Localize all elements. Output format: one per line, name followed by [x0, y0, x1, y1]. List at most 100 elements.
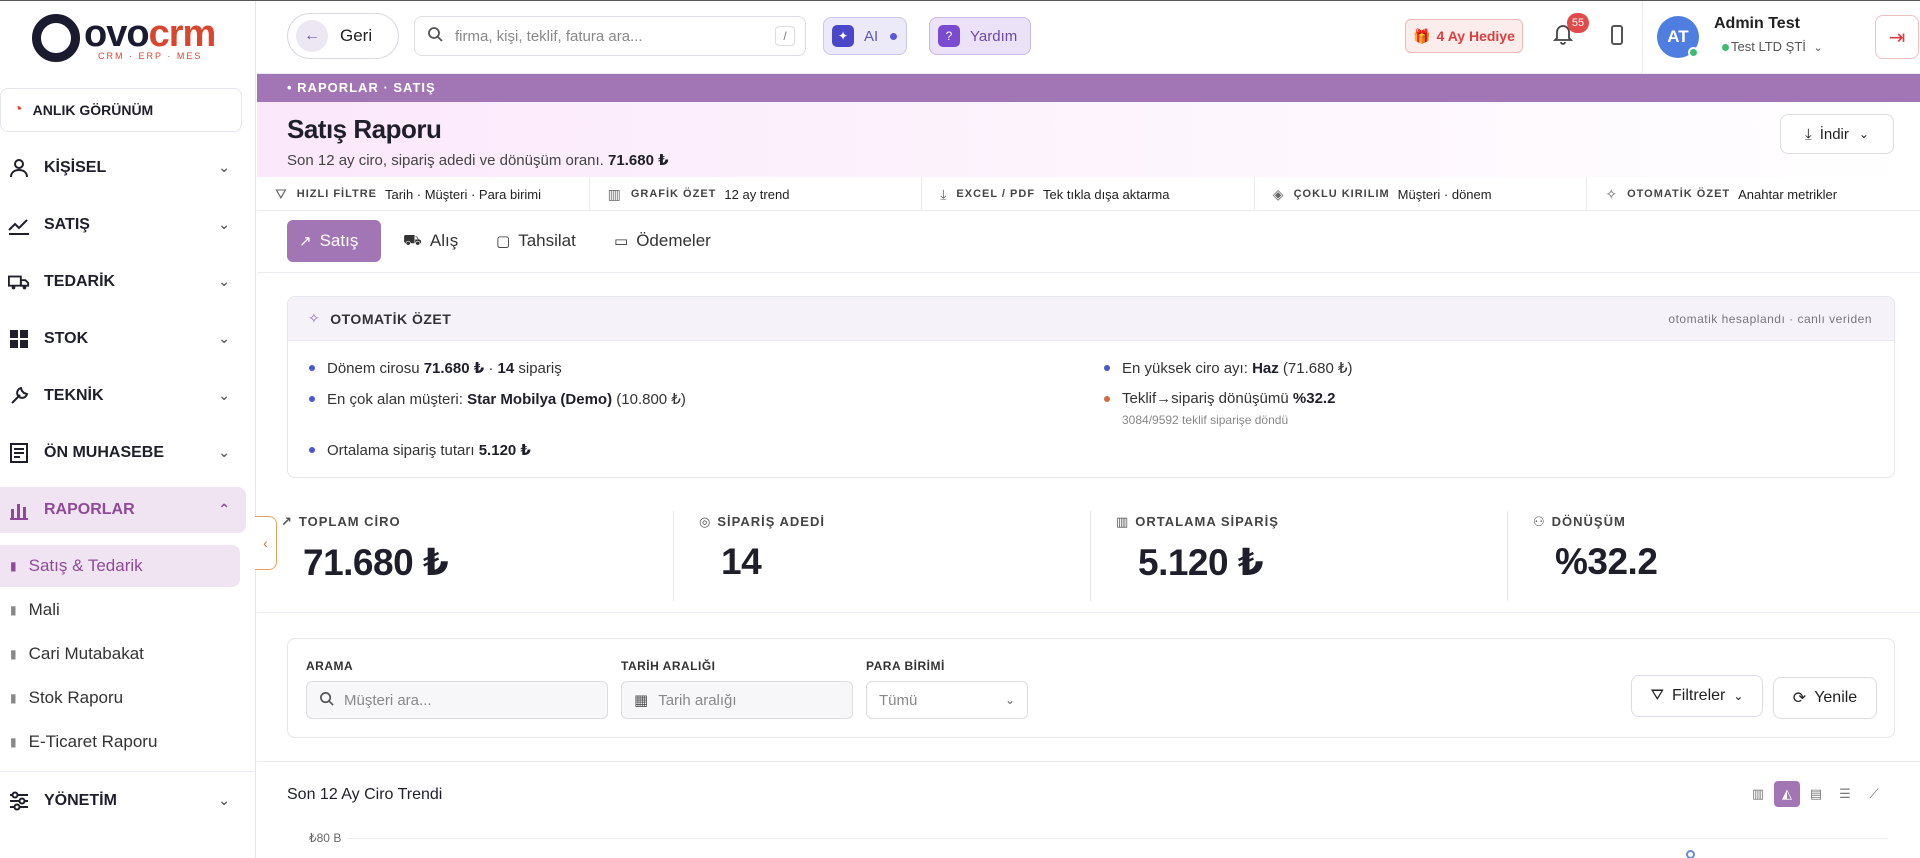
- logo-text-crm: crm: [148, 13, 217, 55]
- bullet-text: (10.800 ₺): [612, 391, 686, 408]
- logo-tagline: CRM · ERP · MES: [98, 51, 203, 61]
- logout-button[interactable]: ⇥: [1875, 15, 1919, 59]
- kpi-label-text: ORTALAMA SİPARİŞ: [1135, 514, 1279, 529]
- company-selector[interactable]: Test LTD ŞTİ ⌄: [1731, 39, 1823, 54]
- bar-chart-icon: ▮: [10, 603, 17, 617]
- sidebar-item-kisisel[interactable]: KİŞİSEL ⌄: [0, 145, 246, 191]
- bullet-text: Dönem cirosu: [327, 360, 424, 377]
- sidebar-item-yonetim[interactable]: YÖNETİM ⌄: [0, 778, 246, 824]
- chart-type-area-button[interactable]: ◭: [1774, 781, 1800, 807]
- arrow-left-icon: ←: [296, 20, 328, 52]
- sidebar-subitem-stok-raporu[interactable]: ▮ Stok Raporu: [0, 677, 240, 719]
- truck-icon: ⛟: [403, 231, 422, 249]
- customer-search-input[interactable]: Müşteri ara...: [306, 681, 608, 719]
- sidebar-subitem-label: Cari Mutabakat: [28, 644, 144, 663]
- sidebar-item-satis[interactable]: SATIŞ ⌄: [0, 202, 246, 248]
- bullet-text: En yüksek ciro ayı:: [1122, 360, 1253, 377]
- sidebar-collapse-button[interactable]: ‹: [255, 516, 277, 570]
- kpi-value: 71.680 ₺: [303, 542, 449, 583]
- global-search-input[interactable]: firma, kişi, teklif, fatura ara... /: [414, 16, 806, 56]
- gift-promo-button[interactable]: 🎁 4 Ay Hediye: [1405, 19, 1523, 53]
- feature-chart-summary: ▥ GRAFİK ÖZET 12 ay trend: [590, 177, 923, 211]
- ai-button[interactable]: ✦ AI: [823, 17, 907, 55]
- refresh-button[interactable]: ⟳ Yenile: [1773, 677, 1877, 719]
- chevron-down-icon: ⌄: [1733, 689, 1744, 703]
- filter-icon: ⛛: [275, 185, 287, 202]
- sidebar-item-teknik[interactable]: TEKNİK ⌄: [0, 373, 246, 419]
- users-icon: ⚇: [1533, 514, 1546, 529]
- feature-export: ⤓ EXCEL / PDF Tek tıkla dışa aktarma: [922, 177, 1255, 211]
- chart-type-line-button[interactable]: ⟋: [1861, 781, 1887, 807]
- feature-value: Anahtar metrikler: [1738, 186, 1838, 202]
- help-button[interactable]: ? Yardım: [929, 17, 1031, 55]
- chart-type-column-button[interactable]: ▤: [1803, 781, 1829, 807]
- date-range-input[interactable]: ▦ Tarih aralığı: [621, 681, 853, 719]
- sidebar-item-stok[interactable]: STOK ⌄: [0, 316, 246, 362]
- gift-icon: 🎁: [1413, 27, 1431, 44]
- sparkle-icon: ✧: [1605, 185, 1618, 202]
- sidebar-item-tedarik[interactable]: TEDARİK ⌄: [0, 259, 246, 305]
- sidebar-item-label: YÖNETİM: [44, 792, 117, 809]
- kpi-label: ↗ TOPLAM CİRO: [281, 514, 401, 530]
- feature-value: Tarih · Müşteri · Para birimi: [385, 186, 542, 202]
- logo[interactable]: ovocrm CRM · ERP · MES: [0, 1, 255, 75]
- company-name: Test LTD ŞTİ: [1731, 39, 1806, 54]
- summary-bullet-top-customer: En çok alan müşteri: Star Mobilya (Demo)…: [309, 390, 686, 408]
- kpi-separator: [1507, 511, 1508, 601]
- feature-label: ÇOKLU KIRILIM: [1293, 188, 1390, 200]
- chevron-down-icon: ⌄: [218, 273, 230, 289]
- kpi-conversion: ⚇ DÖNÜŞÜM %32.2: [1509, 491, 1920, 613]
- chart-data-point[interactable]: [1686, 850, 1695, 858]
- page-subtitle: Son 12 ay ciro, sipariş adedi ve dönüşüm…: [287, 151, 669, 169]
- bullet-value: 71.680 ₺: [423, 360, 485, 377]
- tab-tahsilat[interactable]: ▢ Tahsilat: [484, 220, 588, 262]
- tab-label: Satış: [319, 231, 359, 250]
- search-shortcut-hint: /: [775, 26, 795, 46]
- tab-label: Tahsilat: [518, 231, 576, 250]
- feature-auto-summary: ✧ OTOMATİK ÖZET Anahtar metrikler: [1587, 177, 1920, 211]
- chevron-down-icon: ⌄: [218, 330, 230, 346]
- bullet-text: sipariş: [514, 360, 562, 377]
- filters-button[interactable]: ⛛ Filtreler ⌄: [1631, 675, 1763, 717]
- anlik-gorunum-button[interactable]: ◔ ANLIK GÖRÜNÜM: [0, 88, 242, 132]
- online-status-dot: [1688, 47, 1699, 58]
- bullet-value: Haz: [1252, 360, 1279, 377]
- horizontal-bar-icon: ☰: [1839, 786, 1851, 801]
- chart-type-bar-button[interactable]: ▥: [1745, 781, 1771, 807]
- search-icon: [319, 691, 334, 710]
- user-name: Admin Test: [1714, 15, 1800, 32]
- back-button-label: Geri: [340, 26, 373, 45]
- bar-chart-icon: ▥: [607, 185, 621, 202]
- currency-select[interactable]: Tümü ⌄: [866, 681, 1028, 719]
- help-icon: ?: [938, 25, 960, 47]
- page-header: Satış Raporu Son 12 ay ciro, sipariş ade…: [257, 102, 1920, 177]
- download-button-label: İndir: [1819, 125, 1849, 143]
- tab-odemeler[interactable]: ▭ Ödemeler: [602, 220, 723, 262]
- sidebar-subitem-mali[interactable]: ▮ Mali: [0, 589, 240, 631]
- sidebar-item-label: TEDARİK: [44, 273, 116, 290]
- sidebar-item-label: RAPORLAR: [44, 501, 135, 518]
- sidebar-subitem-cari-mutabakat[interactable]: ▮ Cari Mutabakat: [0, 633, 240, 675]
- sidebar-item-raporlar[interactable]: RAPORLAR ⌃: [0, 487, 246, 533]
- auto-summary-title: OTOMATİK ÖZET: [330, 310, 452, 327]
- sidebar-subitem-label: E-Ticaret Raporu: [28, 732, 158, 751]
- report-tabs: ↗ Satış ⛟ Alış ▢ Tahsilat ▭ Ödemeler: [257, 211, 1920, 273]
- logo-text-ovo: ovo: [84, 13, 150, 55]
- ai-button-label: AI: [864, 27, 879, 45]
- feature-label: OTOMATİK ÖZET: [1627, 188, 1731, 200]
- tab-alis[interactable]: ⛟ Alış: [391, 220, 470, 262]
- sidebar-item-label: STOK: [44, 330, 89, 347]
- refresh-button-label: Yenile: [1814, 689, 1858, 706]
- tab-satis[interactable]: ↗ Satış: [287, 220, 381, 262]
- mobile-device-icon[interactable]: [1611, 25, 1623, 45]
- feature-multi-breakdown: ◈ ÇOKLU KIRILIM Müşteri · dönem: [1255, 177, 1588, 211]
- kpi-label-text: SİPARİŞ ADEDİ: [717, 514, 825, 529]
- chart-type-horizontal-button[interactable]: ☰: [1832, 781, 1858, 807]
- sidebar-subitem-satis-tedarik[interactable]: ▮ Satış & Tedarik: [0, 545, 240, 587]
- download-button[interactable]: ⤓ İndir ⌄: [1780, 114, 1894, 154]
- bar-chart-icon: ▥: [1751, 786, 1765, 801]
- back-button[interactable]: ← Geri: [287, 13, 399, 59]
- chevron-down-icon: ⌄: [218, 792, 230, 808]
- sidebar-item-on-muhasebe[interactable]: ÖN MUHASEBE ⌄: [0, 430, 246, 476]
- sidebar-subitem-e-ticaret-raporu[interactable]: ▮ E-Ticaret Raporu: [0, 721, 240, 763]
